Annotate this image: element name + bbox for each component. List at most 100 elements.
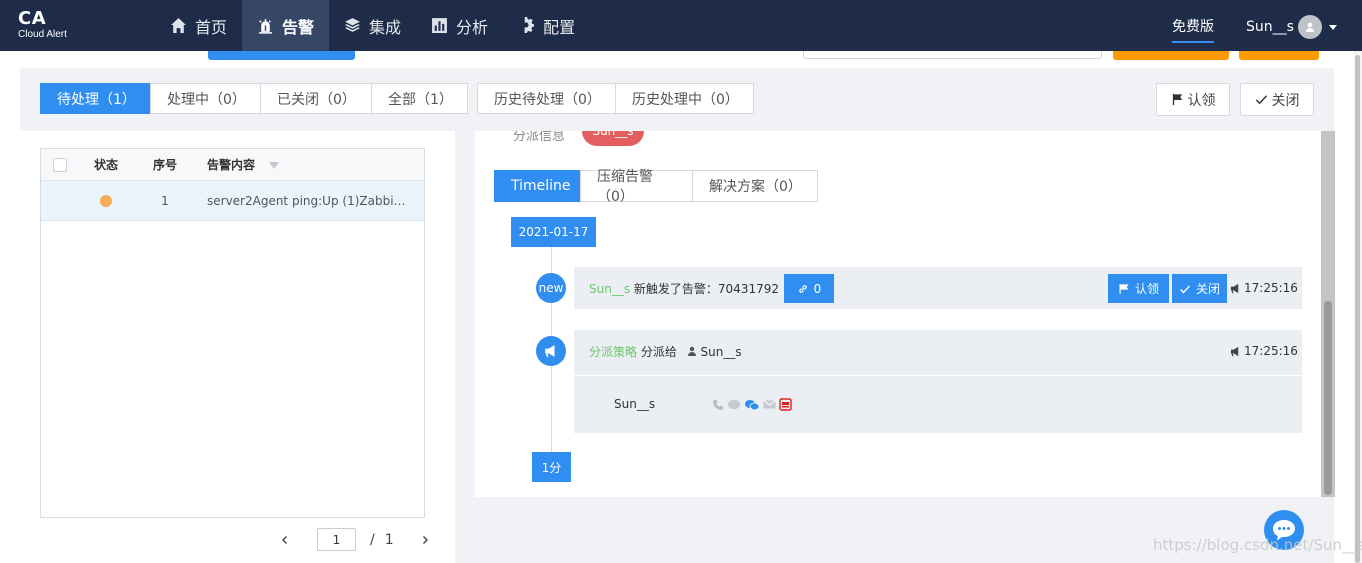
notify-channels xyxy=(712,398,792,411)
watermark: https://blog.csdn.net/Sun__s xyxy=(1153,536,1362,554)
wechat-icon xyxy=(745,399,760,410)
timeline-date: 2021-01-17 xyxy=(511,217,596,247)
scrolled-select[interactable] xyxy=(803,51,1102,59)
filter-icon[interactable] xyxy=(269,162,280,169)
check-icon xyxy=(1179,285,1190,294)
close-button[interactable]: 关闭 xyxy=(1240,83,1314,116)
duration-badge: 1分 xyxy=(532,452,571,482)
menu-item-analysis[interactable]: 分析 xyxy=(416,0,503,51)
header-content: 告警内容 xyxy=(207,158,256,172)
event-claim-button[interactable]: 认领 xyxy=(1108,274,1169,303)
table-row[interactable]: 1 server2Agent ping:Up (1)Zabbix agent o… xyxy=(41,181,424,221)
status-filter-tabs: 待处理（1） 处理中（0） 已关闭（0） 全部（1） 历史待处理（0） 历史处理… xyxy=(40,83,754,114)
menu-label: 告警 xyxy=(282,17,315,37)
alarm-icon xyxy=(259,19,272,34)
policy-link[interactable]: 分派策略 xyxy=(589,345,637,359)
alert-list-panel: 状态 序号 告警内容 1 server2Agent ping:Up (1)Zab… xyxy=(20,131,455,563)
event-text: 分派策略 分派给 Sun__s xyxy=(589,343,742,360)
status-cell xyxy=(79,191,133,210)
user-menu[interactable]: Sun__s xyxy=(1246,15,1337,39)
menu-item-home[interactable]: 首页 xyxy=(155,0,242,51)
scrolled-primary-button[interactable] xyxy=(208,51,355,60)
tab-all[interactable]: 全部（1） xyxy=(371,83,468,114)
flag-icon xyxy=(1119,283,1129,294)
logo[interactable]: CA Cloud Alert xyxy=(18,9,98,41)
alert-detail-panel: 分派信息 Sun__s Timeline 压缩告警（0） 解决方案（0） 202… xyxy=(475,131,1321,497)
claim-button[interactable]: 认领 xyxy=(1156,83,1230,116)
tab-history-processing[interactable]: 历史处理中（0） xyxy=(615,83,754,114)
user-name: Sun__s xyxy=(1246,19,1294,35)
menu-label: 首页 xyxy=(195,17,228,37)
scrolled-action-button-2[interactable] xyxy=(1239,51,1319,60)
close-label: 关闭 xyxy=(1271,92,1300,109)
gear-icon xyxy=(523,17,535,33)
scrolled-action-button[interactable] xyxy=(1113,51,1229,60)
menu-item-integration[interactable]: 集成 xyxy=(329,0,416,51)
sms-icon xyxy=(728,399,740,409)
tab-timeline[interactable]: Timeline xyxy=(494,170,581,202)
page-total: 1 xyxy=(384,531,394,548)
megaphone-icon xyxy=(545,345,555,357)
tab-pending[interactable]: 待处理（1） xyxy=(40,83,151,114)
row-content: server2Agent ping:Up (1)Zabbix agent on … xyxy=(207,193,424,208)
event-user[interactable]: Sun__s xyxy=(589,282,630,296)
link-count: 0 xyxy=(813,281,822,296)
megaphone-icon xyxy=(1230,283,1239,293)
event-time: 17:25:16 xyxy=(1230,281,1298,295)
detail-scrollbar[interactable] xyxy=(1321,131,1335,497)
user-icon xyxy=(687,346,696,356)
select-all-cell xyxy=(41,157,79,172)
scrolled-tab-all[interactable] xyxy=(118,51,122,58)
status-dot xyxy=(100,195,112,207)
scrolled-tab-mine[interactable] xyxy=(34,51,38,58)
avatar xyxy=(1297,15,1322,39)
link-count-button[interactable]: 0 xyxy=(784,274,834,303)
event-claim-label: 认领 xyxy=(1134,282,1159,296)
page-input[interactable] xyxy=(317,528,356,551)
bar-chart-icon xyxy=(432,18,447,33)
row-number: 1 xyxy=(161,193,169,208)
top-nav: CA Cloud Alert 首页 告警 集成 分析 配置 免费版 Sun__s xyxy=(0,0,1362,51)
detail-scroll-thumb[interactable] xyxy=(1324,301,1332,495)
event-time: 17:25:16 xyxy=(1230,344,1298,358)
scrolled-toolbar xyxy=(20,51,1334,68)
menu-item-config[interactable]: 配置 xyxy=(503,0,590,51)
assignee: Sun__s xyxy=(687,345,742,359)
tab-solutions[interactable]: 解决方案（0） xyxy=(692,170,818,202)
check-icon xyxy=(1255,95,1267,105)
chevron-left-icon[interactable] xyxy=(280,535,290,545)
main-menu: 首页 告警 集成 分析 配置 xyxy=(155,0,590,51)
event-close-button[interactable]: 关闭 xyxy=(1172,274,1227,303)
window-scrollbar[interactable] xyxy=(1354,51,1362,563)
timeline-event-new: Sun__s 新触发了告警：70431792 0 认领 关闭 17:25:16 xyxy=(574,267,1302,309)
app-icon xyxy=(779,398,792,411)
event-time-value: 17:25:16 xyxy=(1244,344,1298,358)
pagination: / 1 xyxy=(280,528,430,551)
email-icon xyxy=(763,400,776,409)
menu-label: 分析 xyxy=(456,17,489,37)
chevron-right-icon[interactable] xyxy=(420,535,430,545)
assigned-user-pill[interactable]: Sun__s xyxy=(582,131,644,146)
megaphone-icon xyxy=(1230,346,1239,356)
divider xyxy=(574,375,1302,376)
assignee-name: Sun__s xyxy=(700,345,742,359)
notify-user: Sun__s xyxy=(614,397,656,411)
menu-label: 集成 xyxy=(369,17,402,37)
table-header: 状态 序号 告警内容 xyxy=(41,149,424,181)
chevron-down-icon xyxy=(1328,24,1337,30)
header-content-cell: 告警内容 xyxy=(197,156,424,173)
new-badge: new xyxy=(536,273,566,303)
tab-history-pending[interactable]: 历史待处理（0） xyxy=(477,83,616,114)
header-status: 状态 xyxy=(93,158,118,172)
plan-link[interactable]: 免费版 xyxy=(1172,16,1214,43)
menu-item-alarm[interactable]: 告警 xyxy=(242,0,330,51)
select-all-checkbox[interactable] xyxy=(53,157,67,172)
window-scroll-thumb[interactable] xyxy=(1355,55,1360,563)
layers-icon xyxy=(345,18,360,32)
event-time-value: 17:25:16 xyxy=(1244,281,1298,295)
tab-compressed-alerts[interactable]: 压缩告警（0） xyxy=(580,169,693,205)
phone-icon xyxy=(713,399,723,410)
logo-title: CA xyxy=(18,8,47,29)
tab-closed[interactable]: 已关闭（0） xyxy=(260,83,372,114)
tab-processing[interactable]: 处理中（0） xyxy=(150,83,261,114)
